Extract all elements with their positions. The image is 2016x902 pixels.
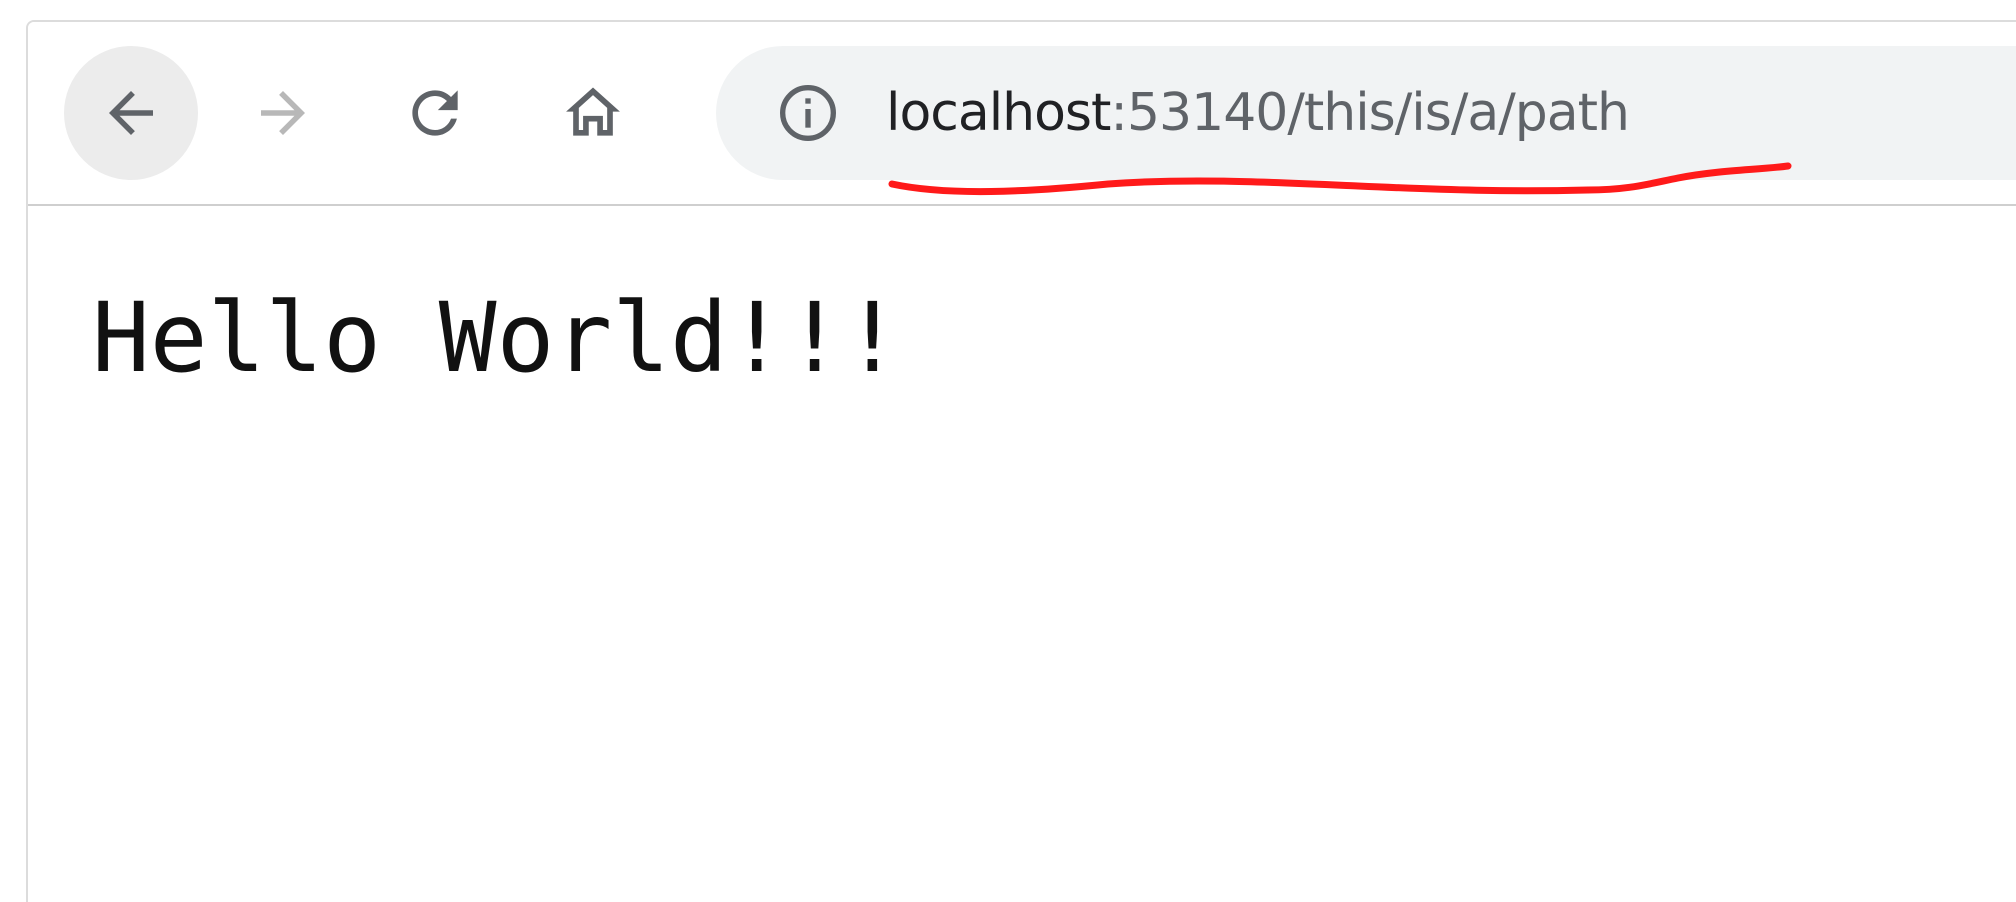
arrow-right-icon bbox=[261, 91, 305, 135]
red-underline-annotation bbox=[888, 162, 1792, 196]
home-button[interactable] bbox=[538, 46, 648, 180]
url-host: localhost bbox=[886, 83, 1111, 143]
url-path: :53140/this/is/a/path bbox=[1110, 83, 1630, 143]
browser-window: localhost:53140/this/is/a/path Hello Wor… bbox=[26, 20, 2016, 902]
back-button[interactable] bbox=[64, 46, 198, 180]
reload-icon bbox=[412, 90, 458, 136]
home-icon bbox=[566, 87, 620, 136]
reload-button[interactable] bbox=[380, 46, 490, 180]
url-text[interactable]: localhost:53140/this/is/a/path bbox=[886, 74, 1630, 152]
info-icon[interactable] bbox=[776, 81, 840, 145]
forward-button[interactable] bbox=[228, 46, 338, 180]
arrow-left-icon bbox=[109, 91, 153, 135]
address-bar[interactable]: localhost:53140/this/is/a/path bbox=[716, 46, 2016, 180]
page-body-text: Hello World!!! bbox=[92, 282, 902, 394]
